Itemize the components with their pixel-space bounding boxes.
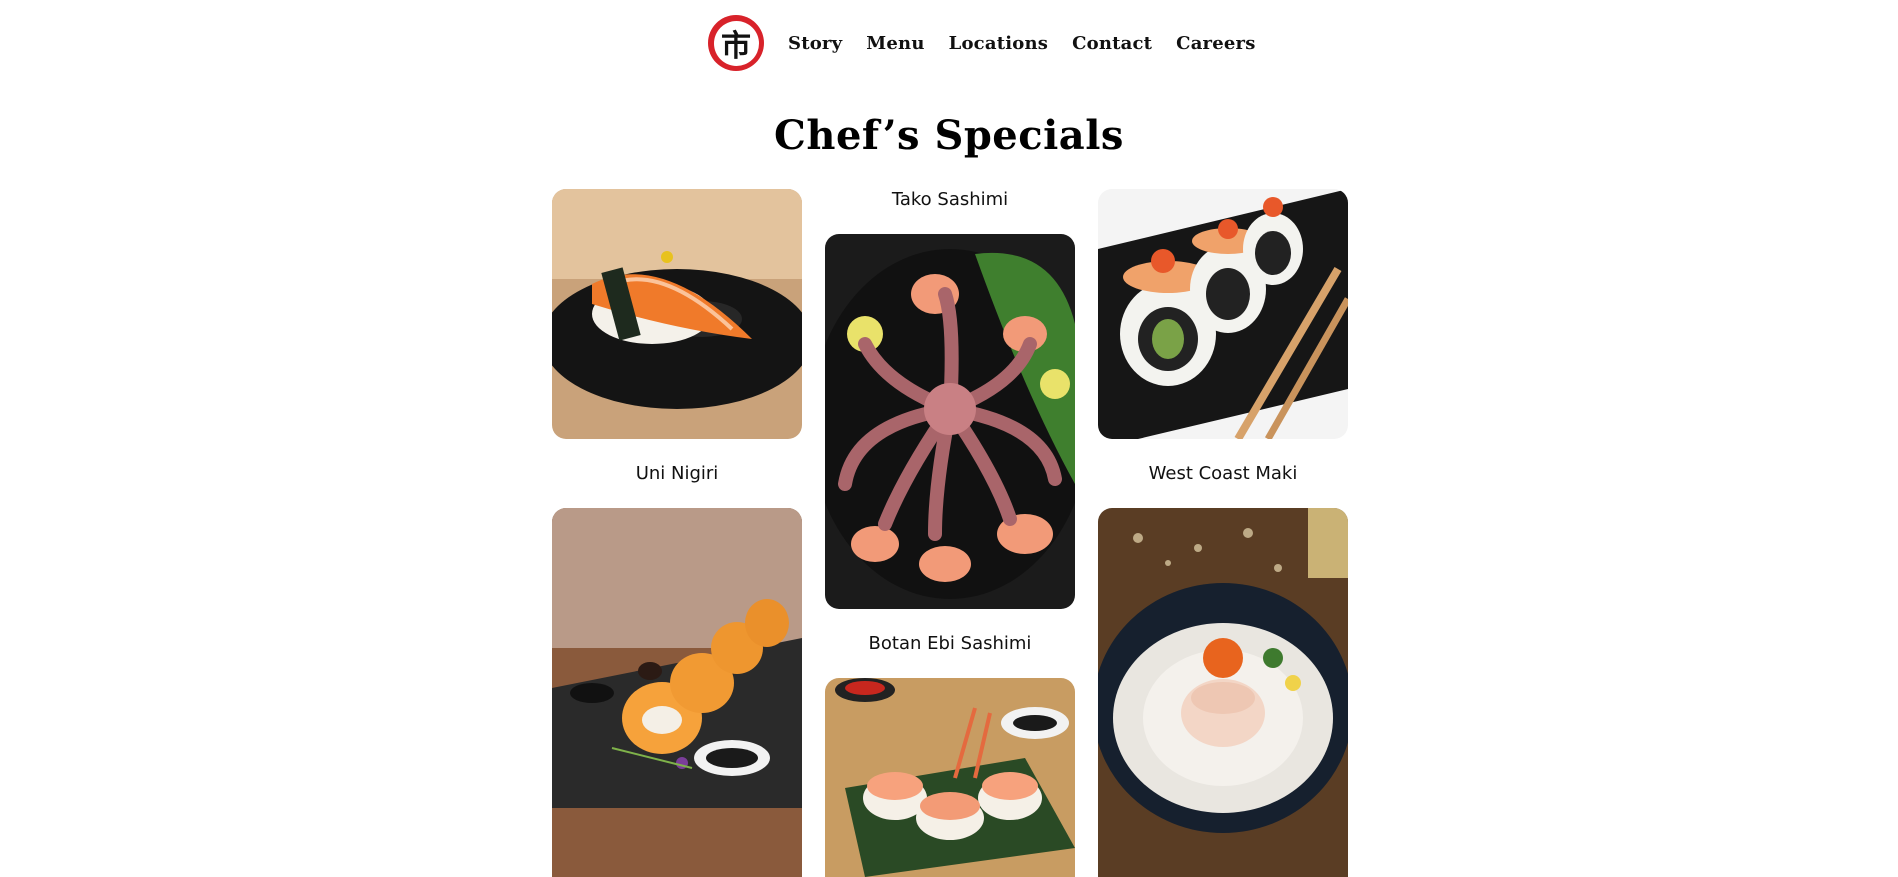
dish-card-west-coast-maki[interactable] (1098, 189, 1348, 439)
dish-card-ebi-nigiri-platter[interactable] (825, 678, 1075, 877)
dish-image-uni-nigiri (552, 189, 802, 439)
dish-image-ebi-nigiri-platter (825, 678, 1075, 877)
dish-caption-tako-sashimi: Tako Sashimi (891, 189, 1009, 210)
dish-caption-botan-ebi-sashimi: Botan Ebi Sashimi (868, 633, 1032, 654)
nav-links: Story Menu Locations Contact Careers (788, 33, 1256, 54)
page-title: Chef’s Specials (774, 112, 1124, 159)
dish-image-torched-tempura-roll (552, 508, 802, 877)
dish-card-hotate-carpaccio[interactable] (1098, 508, 1348, 877)
dish-image-tako-sashimi (825, 234, 1075, 609)
logo-glyph: 市 (721, 29, 751, 64)
nav-link-careers[interactable]: Careers (1176, 33, 1255, 54)
restaurant-logo[interactable]: 市 (708, 15, 764, 71)
dish-card-torched-tempura-roll[interactable] (552, 508, 802, 877)
dish-image-hotate-carpaccio (1098, 508, 1348, 877)
nav-link-menu[interactable]: Menu (866, 33, 924, 54)
dish-caption-uni-nigiri: Uni Nigiri (635, 463, 719, 484)
dish-card-tako-sashimi[interactable] (825, 234, 1075, 609)
dish-caption-west-coast-maki: West Coast Maki (1148, 463, 1298, 484)
nav-link-locations[interactable]: Locations (949, 33, 1048, 54)
logo-glyph-container: 市 (713, 20, 759, 66)
dish-card-uni-nigiri[interactable] (552, 189, 802, 439)
nav-link-contact[interactable]: Contact (1072, 33, 1152, 54)
nav-link-story[interactable]: Story (788, 33, 842, 54)
top-nav: 市 Story Menu Locations Contact Careers (708, 14, 1256, 72)
dish-image-west-coast-maki (1098, 189, 1348, 439)
